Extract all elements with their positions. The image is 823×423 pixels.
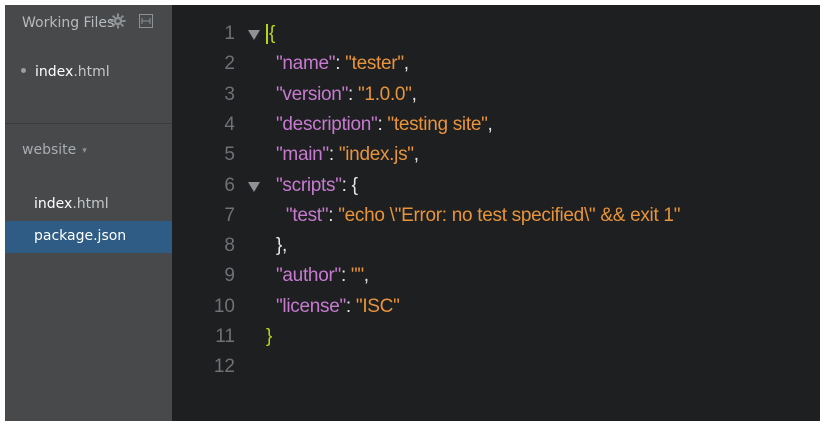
- json-key: "test": [285, 204, 329, 226]
- json-punctuation: ,: [411, 83, 417, 105]
- tree-item-label: index.html: [34, 196, 109, 212]
- working-file-ext: .html: [73, 64, 110, 80]
- split-view-icon[interactable]: [139, 14, 153, 28]
- json-key: "scripts": [275, 174, 342, 196]
- json-punctuation: ,: [363, 265, 369, 287]
- json-key: "author": [275, 265, 341, 287]
- code-line: "name": "tester",: [266, 53, 409, 75]
- tree-item-package-json[interactable]: package.json: [5, 221, 172, 253]
- working-files-header: Working Files: [5, 5, 172, 45]
- json-punctuation: ,: [403, 53, 409, 75]
- code-line: },: [266, 235, 287, 257]
- json-bracket: }: [266, 326, 273, 347]
- json-string: "": [350, 265, 364, 287]
- line-number: 8: [224, 235, 235, 257]
- code-line: "main": "index.js",: [266, 144, 419, 166]
- json-punctuation: :: [335, 53, 346, 75]
- json-string: "tester": [345, 53, 404, 75]
- working-file-item[interactable]: index.html: [21, 64, 110, 80]
- line-number: 6: [224, 174, 235, 196]
- json-bracket: {: [269, 23, 276, 44]
- sidebar-divider: [5, 123, 172, 124]
- text-cursor: [266, 23, 268, 44]
- fold-arrow-icon[interactable]: [247, 180, 261, 194]
- code-line: "description": "testing site",: [266, 114, 493, 136]
- line-number: 11: [215, 326, 235, 347]
- json-key: "description": [275, 113, 378, 135]
- tree-item-name: index: [34, 196, 73, 212]
- json-punctuation: :: [345, 295, 356, 317]
- line-number: 3: [224, 83, 235, 105]
- json-key: "license": [275, 295, 346, 317]
- json-string: "echo \"Error: no test specified\" && ex…: [338, 204, 681, 226]
- line-number: 12: [213, 356, 235, 378]
- code-line: "scripts": {: [266, 175, 358, 197]
- line-number: 2: [224, 53, 235, 75]
- tree-item-label: package.json: [34, 228, 127, 244]
- code-line: "license": "ISC": [266, 296, 400, 318]
- line-number: 5: [224, 144, 235, 166]
- json-string: "index.js": [338, 144, 414, 166]
- file-dot-icon: [21, 67, 26, 73]
- working-file-name: index: [35, 64, 74, 80]
- json-punctuation: ,: [487, 113, 493, 135]
- code-line: "test": "echo \"Error: no test specified…: [266, 204, 681, 227]
- project-dropdown[interactable]: website ▾: [22, 142, 87, 158]
- tree-item-index-html[interactable]: index.html: [5, 189, 172, 221]
- fold-arrow-icon[interactable]: [247, 28, 261, 42]
- json-punctuation: ,: [413, 144, 419, 166]
- line-number: 7: [224, 204, 235, 226]
- json-string: "ISC": [355, 295, 400, 317]
- sidebar: Working Files index.html website ▾ index…: [5, 5, 172, 421]
- json-key: "main": [275, 144, 329, 166]
- json-punctuation: },: [275, 235, 287, 257]
- project-name: website: [22, 142, 77, 158]
- code-line: "version": "1.0.0",: [266, 84, 417, 106]
- working-files-title: Working Files: [22, 15, 115, 31]
- editor-window: Working Files index.html website ▾ index…: [5, 5, 820, 421]
- tree-item-ext: .html: [72, 196, 109, 212]
- line-number: 10: [213, 295, 235, 317]
- code-line: {: [266, 23, 275, 45]
- json-punctuation: :: [377, 113, 388, 135]
- code-editor[interactable]: 1 {2 "name": "tester", 3 "version": "1.0.0…: [172, 5, 820, 421]
- json-string: "testing site": [387, 113, 488, 135]
- code-line: "author": "",: [266, 265, 369, 287]
- json-punctuation: :: [348, 83, 358, 105]
- json-punctuation: :: [328, 144, 339, 166]
- json-punctuation: :: [328, 204, 339, 226]
- json-punctuation: : {: [341, 174, 358, 196]
- line-number: 9: [224, 265, 235, 287]
- gear-icon[interactable]: [109, 12, 127, 30]
- line-number: 1: [224, 23, 235, 44]
- chevron-down-icon: ▾: [82, 146, 87, 156]
- json-punctuation: :: [340, 265, 351, 287]
- line-number: 4: [224, 113, 235, 135]
- code-line: }: [266, 326, 272, 348]
- json-key: "version": [275, 83, 349, 105]
- json-string: "1.0.0": [357, 83, 412, 105]
- json-key: "name": [275, 53, 336, 75]
